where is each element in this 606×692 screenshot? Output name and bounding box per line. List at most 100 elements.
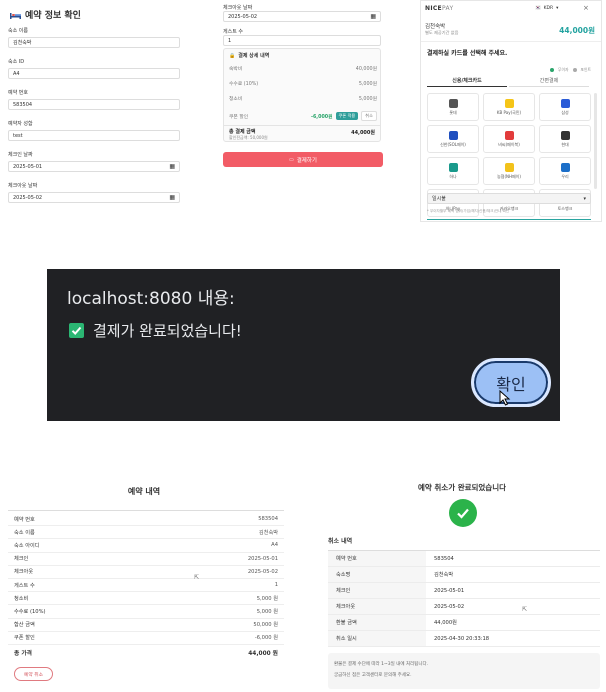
card-logo-icon — [448, 98, 458, 108]
field-value: 2025-05-02 — [13, 194, 43, 201]
table-row: 체크아웃 2025-05-02 — [8, 566, 284, 579]
field-input[interactable]: A4 — [8, 68, 180, 79]
installment-select[interactable]: 일시불 ▾ — [427, 193, 591, 204]
refund-notice-1: 환불은 결제 수단에 따라 1~3일 내에 처리됩니다. — [334, 662, 429, 667]
calendar-icon[interactable]: ▦ — [370, 12, 376, 22]
card-option[interactable]: 하나 — [427, 157, 479, 185]
card-option[interactable]: 현대 — [539, 125, 591, 153]
row-label: 체크인 — [328, 583, 426, 598]
close-icon[interactable]: × — [583, 4, 589, 12]
row-label: 수수료 (10%) — [14, 608, 46, 615]
row-value: 김천숙박 — [258, 529, 278, 536]
card-prompt: 결제하실 카드를 선택해 주세요. — [427, 50, 508, 57]
card-option-label: 현대 — [561, 141, 569, 147]
field-label: 숙소 이름 — [8, 28, 28, 34]
cancel-detail-table: 예약 번호 583504 숙소명 김천숙박 체크인 2025-05-01 체크아웃 2025-… — [328, 550, 600, 647]
dialog-message-row: 결제가 완료되었습니다! — [69, 320, 242, 341]
card-option-label: KB Pay(국민) — [496, 109, 522, 115]
nicepay-brand: NICE — [425, 5, 442, 12]
row-value: 1 — [274, 582, 278, 589]
row-label: 취소 일시 — [328, 631, 426, 646]
total-label: 총 결제 금액 — [229, 129, 256, 135]
coupon-cancel-button[interactable]: 취소 — [361, 111, 377, 121]
card-logo-icon — [448, 130, 458, 140]
cancel-section-title: 취소 내역 — [328, 538, 353, 545]
card-option[interactable]: 신한(SOL페이) — [427, 125, 479, 153]
tab-credit-card[interactable]: 신용/체크카드 — [427, 77, 507, 87]
card-option[interactable]: 우리 — [539, 157, 591, 185]
table-row: 환불 금액 44,000원 — [328, 615, 600, 631]
currency-select[interactable]: 🇰🇷 KDR ▾ — [535, 6, 558, 11]
field-input[interactable]: 김천숙박 — [8, 37, 180, 48]
pay-button[interactable]: ▭ 결제하기 — [223, 152, 383, 167]
coupon-apply-button[interactable]: 쿠폰 적용 — [335, 112, 359, 120]
row-value: 2025-04-30 20:33:18 — [434, 635, 490, 642]
cancel-reservation-button[interactable]: 예약 취소 — [14, 667, 53, 681]
row-label: 숙소 이름 — [14, 529, 35, 536]
field-input[interactable]: test — [8, 130, 180, 141]
row-label: 숙소 아이디 — [14, 542, 40, 549]
field-value: 583504 — [13, 101, 33, 108]
card-option[interactable]: 삼성 — [539, 93, 591, 121]
coupon-value: -6,000원 — [310, 114, 333, 120]
field-input[interactable]: 2025-05-01 ▦ — [8, 161, 180, 172]
mouse-cursor: ⇱ — [194, 574, 200, 581]
field-value: test — [13, 132, 23, 139]
calendar-icon[interactable]: ▦ — [169, 193, 175, 203]
row-label: 합산 금액 — [14, 622, 35, 629]
card-logo-icon — [504, 98, 514, 108]
calendar-icon[interactable]: ▦ — [169, 162, 175, 172]
coupon-label: 쿠폰 할인 — [229, 114, 249, 120]
card-option[interactable]: 농협(NH페이) — [483, 157, 535, 185]
shop-name: 김천숙박 — [425, 24, 446, 30]
dialog-message: 결제가 완료되었습니다! — [93, 322, 242, 340]
nicepay-logo: NICEPAY — [425, 5, 453, 12]
chevron-down-icon: ▾ — [556, 6, 559, 11]
card-legend: 무이자 포인트 — [550, 67, 591, 73]
pay-button-label: 결제하기 — [296, 157, 317, 164]
legend-interest-free: 무이자 — [558, 67, 569, 72]
page-title-row: 예약 정보 확인 — [10, 8, 81, 21]
field-input[interactable]: 583504 — [8, 99, 180, 110]
table-row: 게스트 수 1 — [8, 579, 284, 593]
cancel-complete-panel: 예약 취소가 완료되었습니다 취소 내역 예약 번호 583504 숙소명 김천숙박 체… — [322, 470, 602, 692]
table-row: 숙소 아이디 A4 — [8, 539, 284, 553]
card-scrollbar[interactable] — [594, 93, 597, 189]
checkout-date-input[interactable]: 2025-05-02 ▦ — [223, 11, 381, 22]
table-row: 체크인 2025-05-01 — [328, 583, 600, 599]
row-label: 예약 번호 — [14, 516, 35, 523]
table-row: 취소 일시 2025-04-30 20:33:18 — [328, 631, 600, 647]
tab-easy-pay[interactable]: 간편결제 — [509, 77, 589, 87]
field-input[interactable]: 2025-05-02 ▦ — [8, 192, 180, 203]
table-row: 수수료 (10%) 5,000 원 — [8, 605, 284, 619]
installment-value: 일시불 — [432, 195, 446, 202]
form-field: 예약자 성함 test — [8, 120, 182, 141]
table-row: 숙소 이름 김천숙박 — [8, 526, 284, 540]
card-option-label: 농협(NH페이) — [497, 173, 521, 179]
row-value: 583504 — [434, 555, 454, 562]
card-option[interactable]: 비씨(페이북) — [483, 125, 535, 153]
table-row: 숙소명 김천숙박 — [328, 567, 600, 583]
reservation-confirm-panel: 예약 정보 확인 숙소 이름 김천숙박 숙소 ID A4 예약 번호 583504 예약자 … — [4, 0, 182, 240]
guests-input[interactable]: 1 — [223, 35, 381, 46]
payment-row: 청소비 5,000원 — [229, 95, 377, 102]
payment-summary-box: 🔒 결제 상세 내역 숙박비 40,000원 수수료 (10%) 5,000원 청소비 5… — [223, 48, 381, 142]
card-option[interactable]: KB Pay(국민) — [483, 93, 535, 121]
cancel-complete-title: 예약 취소가 완료되었습니다 — [417, 483, 507, 492]
payment-rows: 숙박비 40,000원 수수료 (10%) 5,000원 청소비 5,000원 — [229, 65, 377, 110]
bed-icon — [10, 11, 21, 19]
reservation-form: 숙소 이름 김천숙박 숙소 ID A4 예약 번호 583504 예약자 성함 test 체크인… — [8, 27, 182, 213]
card-logo-icon — [560, 130, 570, 140]
nicepay-window: NICEPAY 🇰🇷 KDR ▾ × 김천숙박 별도 제공기간 없음 44,00… — [420, 0, 602, 222]
payment-row-label: 청소비 — [229, 97, 243, 102]
card-logo-icon — [560, 98, 570, 108]
coupon-row: 쿠폰 할인 -6,000원 쿠폰 적용 취소 — [229, 111, 377, 121]
field-label: 체크아웃 날짜 — [8, 183, 38, 189]
row-value: 583504 — [258, 516, 278, 523]
checkout-date-value: 2025-05-02 — [228, 13, 258, 20]
dialog-ok-button[interactable]: 확인 — [471, 358, 551, 407]
nicepay-brand-suffix: PAY — [441, 5, 454, 12]
payment-row: 수수료 (10%) 5,000원 — [229, 80, 377, 87]
card-option[interactable]: 롯데 — [427, 93, 479, 121]
reservation-detail-title: 예약 내역 — [127, 487, 161, 496]
